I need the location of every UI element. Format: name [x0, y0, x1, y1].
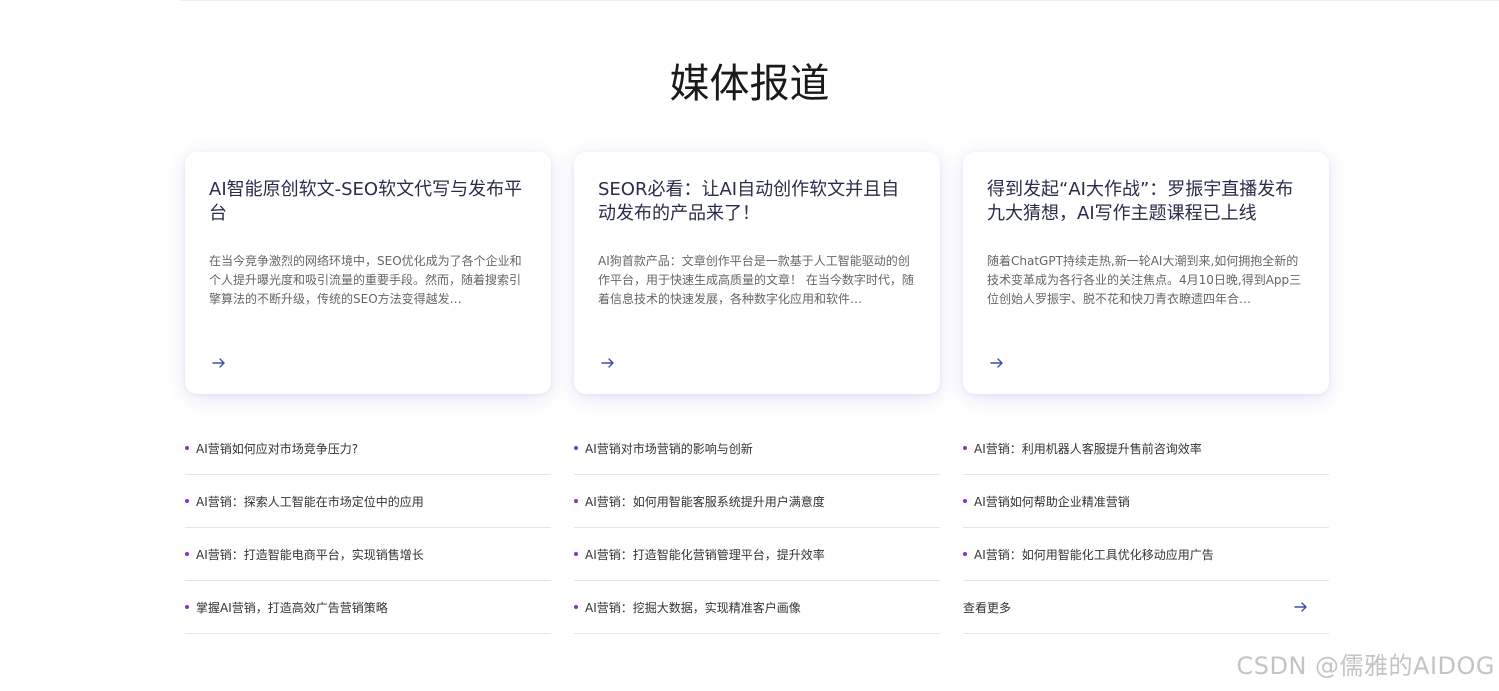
list-item[interactable]: AI营销：打造智能电商平台，实现销售增长: [185, 528, 551, 581]
news-card[interactable]: AI智能原创软文-SEO软文代写与发布平台 在当今竞争激烈的网络环境中，SEO优…: [185, 152, 551, 394]
bullet-dot-icon: [963, 499, 967, 503]
list-item[interactable]: AI营销：如何用智能客服系统提升用户满意度: [574, 475, 940, 528]
card-title[interactable]: SEOR必看：让AI自动创作软文并且自动发布的产品来了！: [598, 178, 916, 228]
media-reports-page: 媒体报道 AI智能原创软文-SEO软文代写与发布平台 在当今竞争激烈的网络环境中…: [0, 0, 1499, 691]
list-item-label: AI营销如何应对市场竞争压力?: [196, 441, 359, 456]
list-item-label: 掌握AI营销，打造高效广告营销策略: [196, 600, 388, 615]
news-cards: AI智能原创软文-SEO软文代写与发布平台 在当今竞争激烈的网络环境中，SEO优…: [185, 152, 1329, 394]
list-item[interactable]: AI营销如何帮助企业精准营销: [963, 475, 1329, 528]
arrow-right-icon[interactable]: [989, 355, 1005, 371]
article-lists: AI营销如何应对市场竞争压力? AI营销：探索人工智能在市场定位中的应用 AI营…: [185, 422, 1329, 634]
list-item[interactable]: AI营销：探索人工智能在市场定位中的应用: [185, 475, 551, 528]
list-item-label: AI营销对市场营销的影响与创新: [585, 441, 753, 456]
list-item[interactable]: 掌握AI营销，打造高效广告营销策略: [185, 581, 551, 634]
list-item-label: AI营销：利用机器人客服提升售前咨询效率: [974, 441, 1202, 456]
list-item[interactable]: AI营销：如何用智能化工具优化移动应用广告: [963, 528, 1329, 581]
news-card[interactable]: 得到发起“AI大作战”：罗振宇直播发布九大猜想，AI写作主题课程已上线 随着Ch…: [963, 152, 1329, 394]
bullet-dot-icon: [185, 499, 189, 503]
list-item-label: AI营销：如何用智能客服系统提升用户满意度: [585, 494, 825, 509]
list-item[interactable]: AI营销：挖掘大数据，实现精准客户画像: [574, 581, 940, 634]
top-divider: [180, 0, 1499, 1]
watermark: CSDN @儒雅的AIDOG: [1236, 652, 1495, 680]
bullet-dot-icon: [185, 552, 189, 556]
bullet-dot-icon: [574, 552, 578, 556]
card-description: 在当今竞争激烈的网络环境中，SEO优化成为了各个企业和个人提升曝光度和吸引流量的…: [209, 254, 522, 306]
arrow-right-icon[interactable]: [600, 355, 616, 371]
list-item[interactable]: AI营销：打造智能化营销管理平台，提升效率: [574, 528, 940, 581]
list-item[interactable]: AI营销对市场营销的影响与创新: [574, 422, 940, 475]
bullet-dot-icon: [185, 446, 189, 450]
list-item-label: AI营销：打造智能化营销管理平台，提升效率: [585, 547, 825, 562]
article-list: AI营销如何应对市场竞争压力? AI营销：探索人工智能在市场定位中的应用 AI营…: [185, 422, 551, 634]
news-card[interactable]: SEOR必看：让AI自动创作软文并且自动发布的产品来了！ AI狗首款产品：文章创…: [574, 152, 940, 394]
bullet-dot-icon: [574, 605, 578, 609]
arrow-right-icon[interactable]: [1293, 599, 1309, 615]
card-title[interactable]: 得到发起“AI大作战”：罗振宇直播发布九大猜想，AI写作主题课程已上线: [987, 178, 1305, 228]
list-item[interactable]: AI营销：利用机器人客服提升售前咨询效率: [963, 422, 1329, 475]
list-item-label: AI营销：探索人工智能在市场定位中的应用: [196, 494, 424, 509]
list-item-label: AI营销：打造智能电商平台，实现销售增长: [196, 547, 424, 562]
article-list: AI营销：利用机器人客服提升售前咨询效率 AI营销如何帮助企业精准营销 AI营销…: [963, 422, 1329, 634]
list-item[interactable]: AI营销如何应对市场竞争压力?: [185, 422, 551, 475]
arrow-right-icon[interactable]: [211, 355, 227, 371]
section-title: 媒体报道: [669, 61, 830, 107]
list-item-label: AI营销如何帮助企业精准营销: [974, 494, 1130, 509]
list-item-label: AI营销：挖掘大数据，实现精准客户画像: [585, 600, 801, 615]
view-more-link[interactable]: 查看更多: [963, 581, 1329, 634]
bullet-dot-icon: [185, 605, 189, 609]
bullet-dot-icon: [574, 446, 578, 450]
list-item-label: AI营销：如何用智能化工具优化移动应用广告: [974, 547, 1214, 562]
card-description: 随着ChatGPT持续走热,新一轮AI大潮到来,如何拥抱全新的技术变革成为各行各…: [987, 254, 1302, 306]
bullet-dot-icon: [574, 499, 578, 503]
bullet-dot-icon: [963, 552, 967, 556]
article-list: AI营销对市场营销的影响与创新 AI营销：如何用智能客服系统提升用户满意度 AI…: [574, 422, 940, 634]
view-more-label: 查看更多: [963, 600, 1012, 615]
card-title[interactable]: AI智能原创软文-SEO软文代写与发布平台: [209, 178, 527, 228]
card-description: AI狗首款产品：文章创作平台是一款基于人工智能驱动的创作平台，用于快速生成高质量…: [598, 254, 914, 306]
bullet-dot-icon: [963, 446, 967, 450]
